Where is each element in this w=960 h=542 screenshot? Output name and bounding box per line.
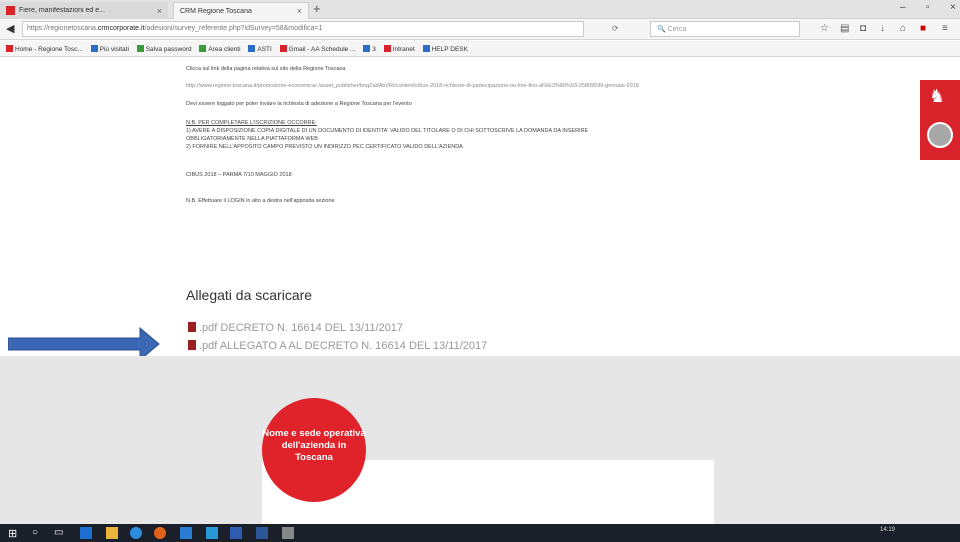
key-icon (136, 45, 144, 52)
regione-icon (6, 45, 13, 52)
bookmark-item[interactable]: HELP DESK (422, 45, 468, 53)
attachment-type: .pdf (199, 340, 218, 352)
bookmark-item[interactable]: Più visitati (90, 45, 129, 53)
bookmark-label: Intranet (392, 46, 415, 53)
maximize-button[interactable]: ▫ (926, 2, 930, 13)
attachment-type: .pdf (199, 322, 218, 334)
tab-crm[interactable]: CRM Regione Toscana × (173, 2, 309, 19)
login-note: N.B. Effettuare il LOGIN in alto a destr… (186, 198, 335, 204)
wind-icon (363, 45, 371, 52)
attachment-link[interactable]: .pdf DECRETO N. 16614 DEL 13/11/2017 (188, 322, 403, 334)
bookmark-item[interactable]: Gmail - AA Schedule ... (279, 45, 356, 53)
bookmarks-bar: Home - Regione Tosc... Più visitati Salv… (0, 41, 960, 57)
rt-icon (383, 45, 391, 52)
library-icon[interactable]: ▤ (840, 23, 849, 34)
back-button[interactable]: ◀ (6, 22, 14, 35)
helpdesk-icon (422, 45, 430, 52)
clock[interactable]: 14:19 (880, 527, 895, 533)
window-close-button[interactable]: × (950, 2, 956, 13)
attachment-link[interactable]: .pdf ALLEGATO A AL DECRETO N. 16614 DEL … (188, 340, 487, 352)
attachment-name: DECRETO N. 16614 DEL 13/11/2017 (220, 322, 404, 334)
nb-item-2: 2) FORNIRE NELL'APPOSITO CAMPO PREVISTO … (186, 144, 463, 150)
bookmark-label: Salva password (145, 46, 192, 53)
search-placeholder: Cerca (667, 26, 687, 33)
regione-link[interactable]: http://www.regione.toscana.it/promozione… (186, 83, 639, 89)
login-requirement-text: Devi essere loggato per poter inviare la… (186, 101, 412, 107)
explorer-icon[interactable] (106, 527, 118, 539)
tab-label: Fiere, manifestazioni ed e... (19, 7, 105, 14)
firefox-icon[interactable] (154, 527, 166, 539)
bookmark-label: Home - Regione Tosc... (15, 46, 83, 53)
address-bar[interactable]: https://regionetoscana.crmcorporate.it/a… (22, 21, 584, 37)
tab-label: CRM Regione Toscana (180, 7, 252, 15)
url-domain: crmcorporate.it (97, 25, 145, 32)
home-icon[interactable]: ⌂ (900, 23, 906, 34)
bookmark-item[interactable]: Home - Regione Tosc... (6, 45, 83, 53)
nb-item-1b: OBBLIGATORIAMENTE NELLA PIATTAFORMA WEB (186, 136, 318, 142)
bookmark-label: HELP DESK (431, 46, 468, 53)
nb-item-1: 1) AVERE A DISPOSIZIONE COPIA DIGITALE D… (186, 128, 589, 134)
task-view-icon[interactable]: ▭ (54, 527, 66, 539)
chrome-icon[interactable] (130, 527, 142, 539)
menu-icon[interactable]: ≡ (942, 23, 948, 34)
pocket-icon[interactable]: ◘ (860, 23, 866, 34)
addon-icon[interactable]: ■ (920, 23, 926, 34)
app2-icon[interactable] (282, 527, 294, 539)
edge-icon[interactable] (80, 527, 92, 539)
bookmark-item[interactable]: ASTI (248, 45, 272, 53)
search-input[interactable]: 🔍 Cerca (650, 21, 800, 37)
bookmark-item[interactable]: Area clienti (199, 45, 241, 53)
pdf-icon (188, 322, 196, 332)
attachment-name: ALLEGATO A AL DECRETO N. 16614 DEL 13/11… (219, 340, 488, 352)
bookmark-label: Più visitati (99, 46, 129, 53)
bookmark-item[interactable]: Intranet (383, 45, 415, 53)
minimize-button[interactable]: – (900, 2, 906, 13)
word-icon[interactable] (256, 527, 268, 539)
new-tab-button[interactable]: + (313, 1, 321, 16)
outlook-icon[interactable] (230, 527, 242, 539)
page-content: Clicca sul link della pagina relativa su… (0, 58, 960, 356)
navigation-bar: ◀ https://regionetoscana.crmcorporate.it… (0, 19, 960, 40)
user-icon (199, 45, 207, 52)
bookmark-star-icon[interactable]: ☆ (820, 23, 829, 34)
instruction-text: Clicca sul link della pagina relativa su… (186, 66, 346, 72)
bookmark-item[interactable]: Salva password (136, 45, 192, 53)
browser-tab-bar: Fiere, manifestazioni ed e... × CRM Regi… (0, 0, 960, 19)
app-icon[interactable] (206, 527, 218, 539)
login-avatar-icon[interactable] (927, 122, 953, 148)
search-icon[interactable]: ○ (32, 527, 44, 539)
bookmark-label: Area clienti (208, 46, 241, 53)
form-step-circle: Nome e sede operativa dell'azienda in To… (262, 398, 366, 502)
download-icon[interactable]: ↓ (880, 23, 885, 34)
windows-start-icon[interactable]: ⊞ (8, 527, 20, 540)
close-tab-icon[interactable]: × (157, 6, 162, 16)
folder-icon (248, 45, 256, 52)
event-text: CIBUS 2018 – PARMA 7/10 MAGGIO 2018 (186, 172, 292, 178)
url-suffix: /adesioni/survey_referente.php?idSurvey=… (144, 25, 323, 32)
bookmark-label: ASTI (257, 46, 272, 53)
reload-icon[interactable]: ⟳ (612, 24, 619, 33)
ie-icon[interactable] (180, 527, 192, 539)
bookmark-label: Gmail - AA Schedule ... (288, 46, 356, 53)
star-icon (90, 45, 98, 52)
close-tab-icon[interactable]: × (297, 6, 302, 16)
tab-fiere[interactable]: Fiere, manifestazioni ed e... × (0, 2, 168, 19)
nb-title: N.B. PER COMPLETARE L'ISCRIZIONE OCCORRE… (186, 120, 317, 126)
bookmark-label: 3 (372, 46, 376, 53)
attachments-title: Allegati da scaricare (186, 287, 313, 303)
pdf-icon (188, 340, 196, 350)
windows-taskbar: ⊞ ○ ▭ 14:19 (0, 524, 960, 542)
pegasus-logo-icon: ♞ (929, 86, 946, 106)
gmail-icon (279, 45, 287, 52)
url-prefix: https://regionetoscana. (27, 25, 98, 32)
bookmark-item[interactable]: 3 (363, 45, 376, 53)
regione-favicon-icon (6, 6, 15, 15)
